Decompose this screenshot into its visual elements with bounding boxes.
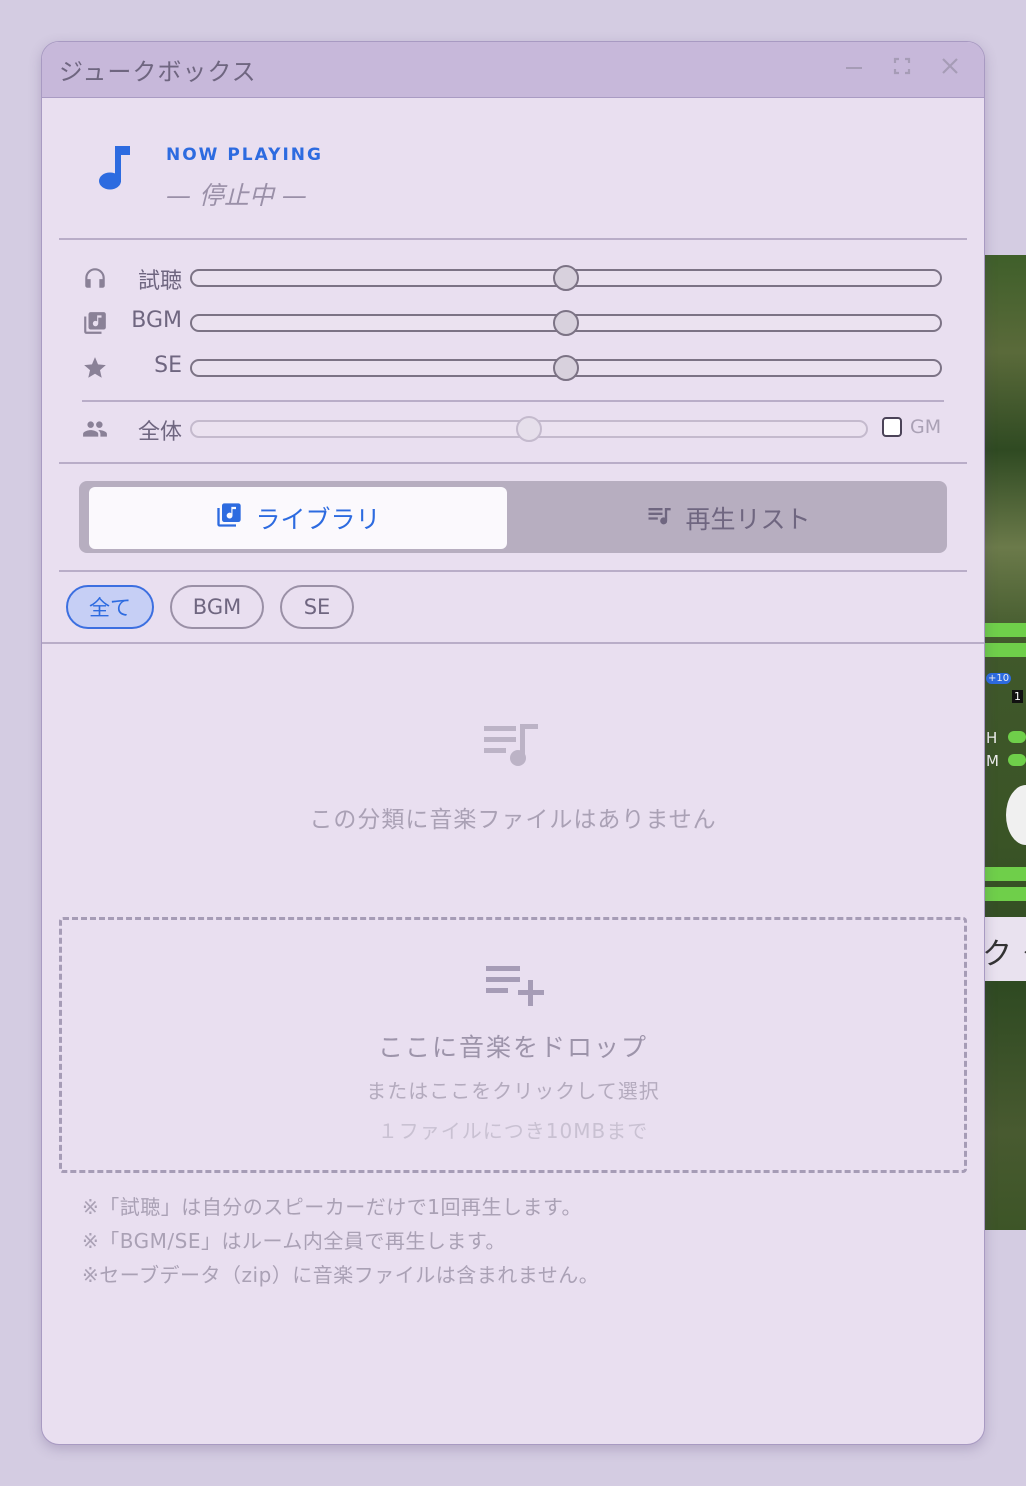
playlist-icon (482, 720, 544, 774)
title-bar[interactable]: ジュークボックス (42, 42, 984, 98)
background-bar (984, 867, 1026, 881)
dropzone-limit: １ファイルにつき10MBまで (377, 1119, 649, 1143)
dropzone-title: ここに音楽をドロップ (377, 1033, 648, 1062)
music-dropzone[interactable]: ここに音楽をドロップ またはここをクリックして選択 １ファイルにつき10MBまで (59, 917, 967, 1173)
background-label-m: M (986, 752, 999, 770)
slider-knob[interactable] (553, 355, 579, 381)
headphones-icon (82, 265, 108, 291)
minimize-icon[interactable] (842, 56, 866, 80)
playlist-icon (645, 501, 673, 535)
tab-playlist-label: 再生リスト (685, 505, 811, 534)
background-bar (984, 643, 1026, 657)
background-count: 1 (1012, 690, 1023, 703)
now-playing-label: NOW PLAYING (166, 145, 323, 165)
gm-toggle[interactable]: GM (882, 416, 941, 438)
divider (82, 400, 944, 402)
notes: ※「試聴」は自分のスピーカーだけで1回再生します。 ※「BGM/SE」はルーム内… (82, 1190, 599, 1292)
background-circle (1006, 785, 1026, 845)
background-bar (1008, 754, 1026, 766)
playlist-add-icon (484, 962, 546, 1012)
tab-library-label: ライブラリ (255, 505, 381, 534)
background-badge: +10 (986, 673, 1012, 684)
bgm-volume-slider[interactable] (190, 310, 942, 336)
background-bar (984, 623, 1026, 637)
close-icon[interactable] (938, 56, 962, 80)
volume-label: BGM (131, 308, 182, 333)
view-tabs: ライブラリ 再生リスト (79, 481, 947, 553)
slider-knob[interactable] (553, 310, 579, 336)
note-line: ※「BGM/SE」はルーム内全員で再生します。 (82, 1229, 506, 1253)
people-icon (82, 416, 108, 442)
background-label-h: H (986, 729, 998, 747)
divider (59, 570, 967, 572)
volume-label: SE (154, 353, 182, 378)
volume-label: 試聴 (137, 269, 182, 294)
now-playing-title: — 停止中 — (166, 181, 307, 210)
tab-library[interactable]: ライブラリ (89, 487, 507, 549)
divider (59, 462, 967, 464)
note-line: ※セーブデータ（zip）に音楽ファイルは含まれません。 (82, 1263, 600, 1287)
background-bar (1008, 731, 1026, 743)
volume-label: 全体 (137, 420, 182, 445)
volume-row-bgm: BGM (82, 306, 948, 340)
filter-bgm[interactable]: BGM (170, 585, 264, 629)
star-icon (82, 355, 108, 381)
background-bar (984, 887, 1026, 901)
gm-checkbox[interactable] (882, 417, 902, 437)
filter-all[interactable]: 全て (66, 585, 154, 629)
music-library-icon (82, 310, 108, 336)
slider-knob[interactable] (553, 265, 579, 291)
empty-state: この分類に音楽ファイルはありません (42, 642, 984, 902)
master-volume-slider[interactable] (190, 416, 868, 442)
divider (59, 238, 967, 240)
background-card: ク タ (984, 917, 1026, 981)
volume-row-master: 全体 GM (82, 412, 948, 446)
jukebox-window: ジュークボックス NOW PLAYING — 停止中 — 試聴 BGM SE 全… (41, 41, 985, 1445)
filter-se[interactable]: SE (280, 585, 354, 629)
music-note-icon (96, 142, 132, 196)
tab-playlist[interactable]: 再生リスト (509, 487, 947, 549)
note-line: ※「試聴」は自分のスピーカーだけで1回再生します。 (82, 1195, 582, 1219)
window-title: ジュークボックス (59, 58, 257, 86)
se-volume-slider[interactable] (190, 355, 942, 381)
volume-row-se: SE (82, 351, 948, 385)
background-game-board: +10 1 H M ク タ (984, 255, 1026, 1230)
volume-row-preview: 試聴 (82, 261, 948, 295)
music-library-icon (215, 501, 243, 535)
empty-message: この分類に音楽ファイルはありません (309, 807, 717, 833)
fullscreen-icon[interactable] (890, 56, 914, 80)
dropzone-subtitle: またはここをクリックして選択 (366, 1079, 660, 1103)
slider-knob[interactable] (516, 416, 542, 442)
preview-volume-slider[interactable] (190, 265, 942, 291)
gm-label: GM (910, 416, 942, 438)
background-card-text: ク タ (984, 937, 1026, 972)
